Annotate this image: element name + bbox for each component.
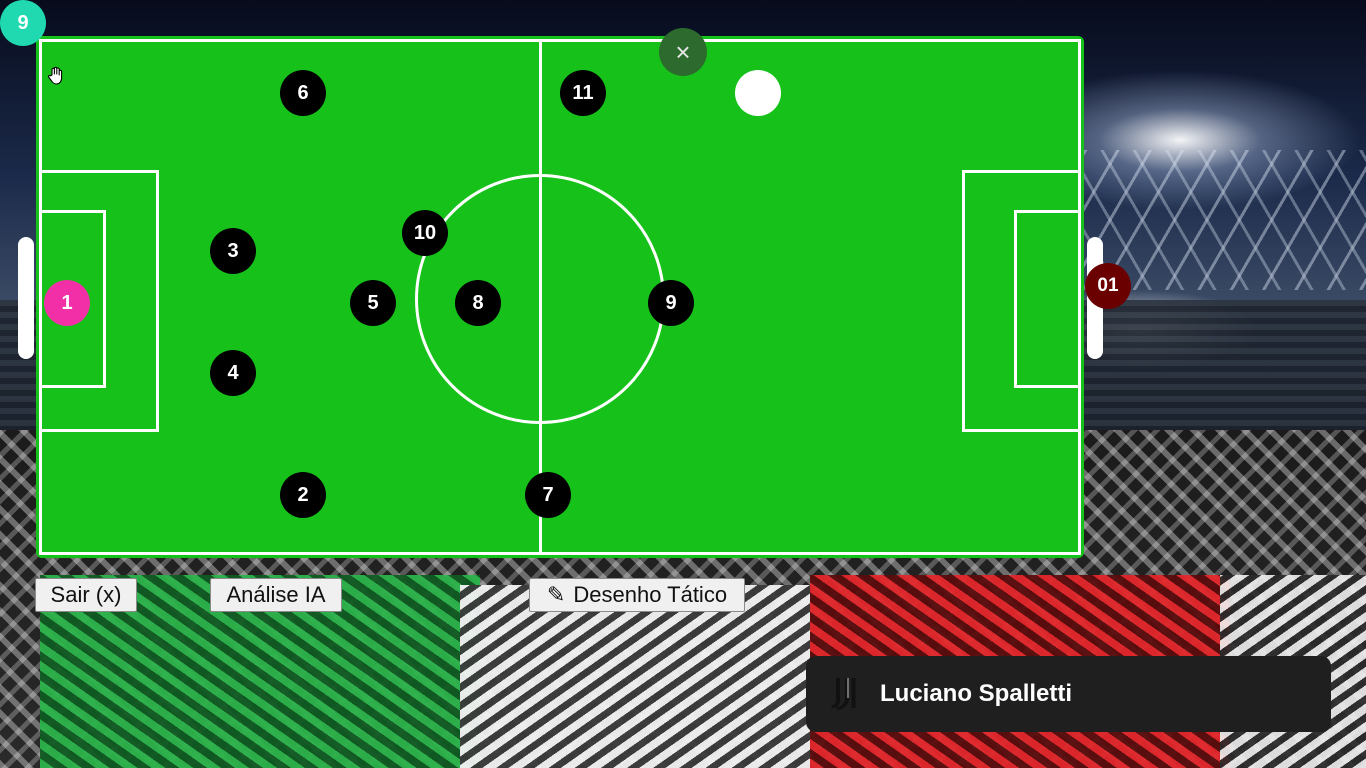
coach-name: Luciano Spalletti: [880, 680, 1073, 707]
player-11[interactable]: 11: [560, 70, 606, 116]
left-goal-post: [18, 237, 34, 359]
player-2[interactable]: 2: [280, 472, 326, 518]
player-9[interactable]: 9: [648, 280, 694, 326]
player-5[interactable]: 5: [350, 280, 396, 326]
close-button[interactable]: ×: [659, 28, 707, 76]
exit-button[interactable]: Sair (x): [35, 578, 137, 612]
coach-card: Luciano Spalletti: [806, 656, 1331, 732]
player-7[interactable]: 7: [525, 472, 571, 518]
tactical-drawing-button[interactable]: ✎ Desenho Tático: [529, 578, 745, 612]
hand-pan-icon[interactable]: [46, 66, 66, 86]
ball[interactable]: [735, 70, 781, 116]
player-6[interactable]: 6: [280, 70, 326, 116]
stadium-roof: [1084, 150, 1366, 290]
player-4[interactable]: 4: [210, 350, 256, 396]
tactical-drawing-label: Desenho Tático: [573, 582, 728, 607]
close-icon: ×: [675, 36, 691, 67]
player-8[interactable]: 8: [455, 280, 501, 326]
right-goal-area: [1014, 210, 1081, 388]
player-count-badge: 9: [0, 0, 46, 46]
ai-analysis-button[interactable]: Análise IA: [210, 578, 342, 612]
player-1-goalkeeper[interactable]: 1: [44, 280, 90, 326]
player-3[interactable]: 3: [210, 228, 256, 274]
juventus-logo-icon: [828, 676, 860, 712]
opponent-marker[interactable]: 01: [1085, 263, 1131, 309]
crowd-white-flags: [460, 585, 810, 768]
player-10[interactable]: 10: [402, 210, 448, 256]
pencil-icon: ✎: [546, 582, 566, 607]
center-circle: [415, 174, 665, 424]
